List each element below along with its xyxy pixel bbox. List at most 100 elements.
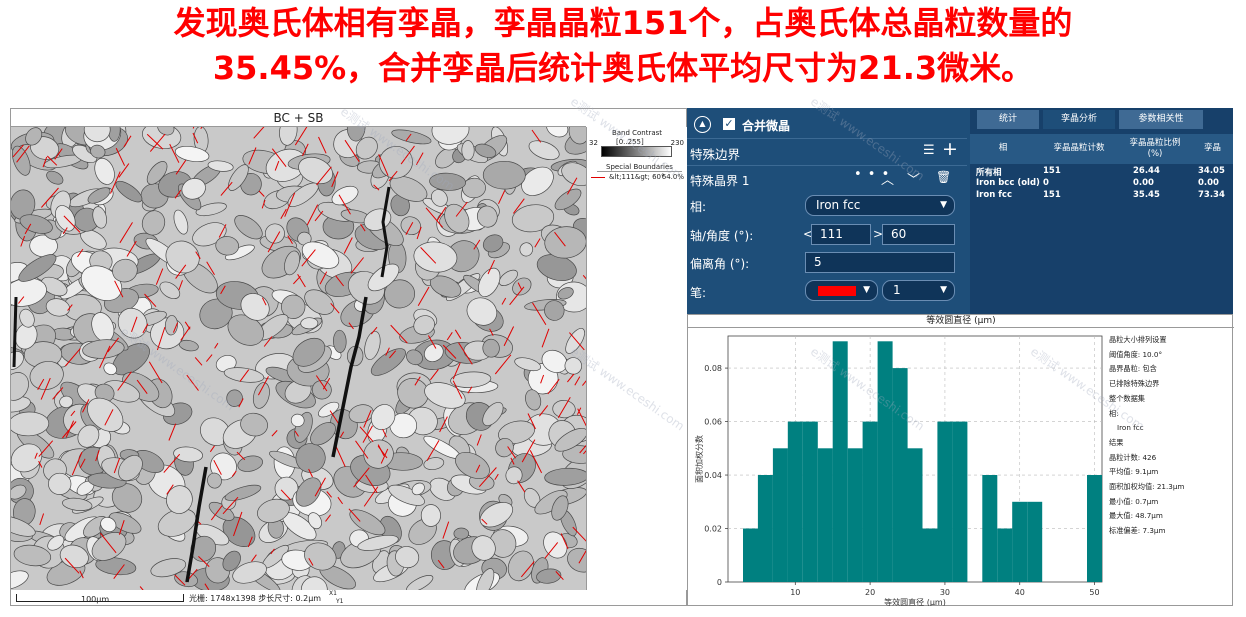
trash-icon[interactable]: 🗑: [936, 170, 951, 184]
histogram-bar: [997, 528, 1013, 582]
table-cell: 151: [1043, 190, 1061, 200]
headline-line-2: 35.45%，合并孪晶后统计奥氏体平均尺寸为21.3微米。: [212, 49, 1034, 87]
histogram-bar: [907, 448, 923, 582]
histogram-bar: [922, 528, 938, 582]
tab-correlation[interactable]: 参数相关性: [1119, 110, 1203, 129]
tab-twin-analysis[interactable]: 孪晶分析: [1043, 110, 1115, 129]
col-header-twin-count[interactable]: 孪晶晶粒计数: [1036, 134, 1122, 164]
axis-x-label: X1: [329, 590, 337, 597]
band-contrast-min: 32: [589, 139, 598, 147]
histogram-bar: [1027, 501, 1043, 582]
band-contrast-gradient: [601, 146, 672, 157]
histogram-bar: [937, 421, 953, 582]
histogram-bar: [847, 448, 863, 582]
headline-line-1: 发现奥氏体相有孪晶，孪晶晶粒151个，占奥氏体总晶粒数量的: [173, 4, 1073, 42]
dropdown-arrow-icon: ▼: [940, 285, 947, 295]
deviation-label: 偏离角 (°):: [690, 257, 750, 271]
table-cell: 26.44: [1133, 166, 1160, 176]
phase-value: Iron fcc: [816, 198, 861, 212]
info-line: 面积加权均值: 21.3µm: [1109, 482, 1185, 491]
info-line: 晶界晶粒: 包含: [1109, 364, 1157, 374]
info-line: 平均值: 9.1µm: [1109, 467, 1159, 477]
ebsd-map-window: BC + SB Band Contrast [0..255] 32 230 Sp…: [10, 108, 687, 606]
map-title: BC + SB: [11, 109, 586, 127]
info-line: 阈值角度: 10.0°: [1109, 349, 1163, 359]
merge-checkbox[interactable]: ✓: [723, 118, 735, 130]
axis-angle-label: 轴/角度 (°):: [690, 229, 754, 243]
map-legend: Band Contrast [0..255] 32 230 Special Bo…: [586, 127, 687, 590]
histogram-bar: [877, 341, 893, 582]
pen-label: 笔:: [690, 286, 707, 300]
y-tick-label: 0.06: [704, 418, 722, 427]
angle-input[interactable]: 60: [882, 224, 955, 245]
collapse-up-icon[interactable]: ▲: [694, 116, 711, 133]
table-cell: 73.34: [1198, 190, 1225, 200]
special-grain-boundary-label: 特殊晶界 1: [690, 174, 750, 188]
chevron-up-icon[interactable]: ︿: [881, 169, 894, 188]
table-cell: 0: [1043, 178, 1049, 188]
grain-map-svg: [11, 127, 586, 590]
divider: [687, 138, 967, 139]
col-header-phase[interactable]: 相: [970, 134, 1036, 164]
x-tick-label: 40: [1015, 588, 1025, 597]
special-boundary-percent: 64.0%: [661, 173, 684, 181]
histogram-bar: [772, 448, 788, 582]
info-line: 相:: [1109, 408, 1119, 418]
col-header-twin[interactable]: 孪晶: [1192, 134, 1233, 164]
histogram-bar: [832, 341, 848, 582]
deviation-input[interactable]: 5: [805, 252, 955, 273]
pen-width-select[interactable]: 1 ▼: [882, 280, 955, 301]
ebsd-map-image[interactable]: [11, 127, 586, 590]
x-tick-label: 10: [790, 588, 800, 597]
table-header: 相 孪晶晶粒计数 孪晶晶粒比例 (%) 孪晶: [970, 134, 1233, 164]
twin-analysis-panel: ▲ ✓ 合并微晶 特殊边界 ☰ + 特殊晶界 1 • • • ︿ ﹀ 🗑 相: …: [687, 108, 1233, 314]
y-tick-label: 0.02: [704, 525, 722, 534]
phase-select[interactable]: Iron fcc ▼: [805, 195, 955, 216]
info-line: 结果: [1109, 437, 1124, 447]
special-boundary-heading: 特殊边界: [690, 147, 741, 162]
histogram-bar: [1087, 475, 1102, 582]
special-boundary-line-icon: [591, 177, 605, 178]
database-icon[interactable]: ☰: [923, 143, 935, 158]
band-contrast-label: Band Contrast: [611, 129, 663, 137]
axis-y-label: Y1: [336, 598, 344, 605]
divider: [687, 165, 967, 166]
histogram-bar: [862, 421, 878, 582]
info-line: 晶粒计数: 426: [1109, 452, 1157, 462]
histogram-bar: [892, 368, 908, 582]
special-boundaries-label: Special Boundaries: [597, 163, 682, 172]
info-line: 最大值: 48.7µm: [1109, 511, 1163, 521]
info-line: 已排除特殊边界: [1109, 379, 1160, 389]
pen-width-value: 1: [893, 283, 901, 297]
add-boundary-icon[interactable]: +: [942, 138, 958, 160]
info-line: 最小值: 0.7µm: [1109, 496, 1159, 506]
phase-label: 相:: [690, 200, 707, 214]
table-cell: 151: [1043, 166, 1061, 176]
boundary-settings: ▲ ✓ 合并微晶 特殊边界 ☰ + 特殊晶界 1 • • • ︿ ﹀ 🗑 相: …: [687, 108, 967, 314]
dropdown-arrow-icon: ▼: [940, 200, 947, 210]
histogram-bar: [757, 475, 773, 582]
histogram-bar: [787, 421, 803, 582]
histogram-bar: [743, 528, 758, 582]
info-line: 整个数据集: [1109, 393, 1145, 403]
histogram-bar: [1012, 501, 1028, 582]
raster-info: 光栅: 1748x1398 步长尺寸: 0.2µm: [189, 594, 322, 603]
axis-input[interactable]: 111: [811, 224, 871, 245]
band-contrast-range: [0..255]: [616, 138, 644, 146]
table-cell: 所有相: [976, 168, 1002, 178]
col-header-twin-ratio[interactable]: 孪晶晶粒比例 (%): [1122, 134, 1188, 164]
pen-color-select[interactable]: ▼: [805, 280, 878, 301]
y-tick-label: 0.08: [704, 364, 722, 373]
table-cell: 0.00: [1198, 178, 1219, 188]
x-tick-label: 30: [940, 588, 950, 597]
histogram-title: 等效圆直径 (µm): [688, 315, 1234, 328]
table-cell: 35.45: [1133, 190, 1160, 200]
chevron-down-icon[interactable]: ﹀: [907, 169, 920, 188]
info-line: 晶粒大小排列设置: [1109, 335, 1167, 344]
table-cell: 34.05: [1198, 166, 1225, 176]
table-cell: Iron bcc (old): [976, 178, 1040, 188]
x-tick-label: 50: [1089, 588, 1099, 597]
histogram-bar: [802, 421, 818, 582]
tab-statistics[interactable]: 统计: [977, 110, 1039, 129]
grain-texture: [11, 127, 586, 590]
